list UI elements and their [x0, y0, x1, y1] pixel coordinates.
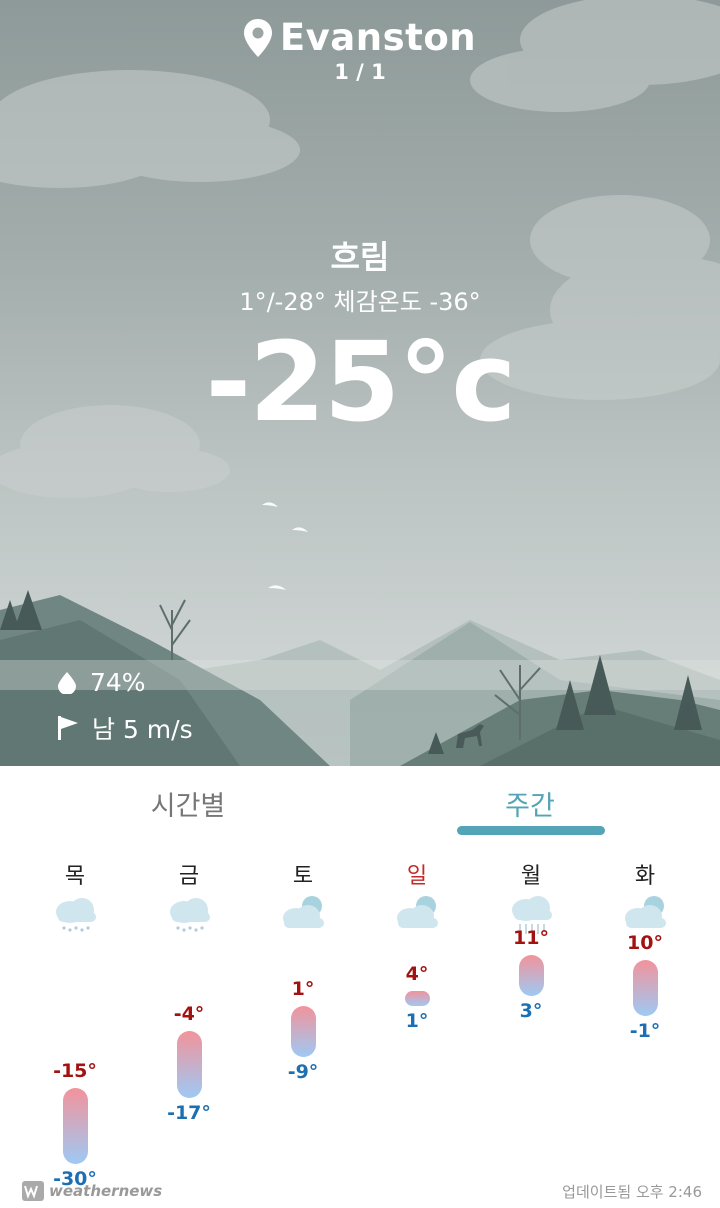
weather-condition: 흐림 [330, 238, 390, 276]
location-pin-icon [243, 18, 272, 57]
high-temp: 1° [291, 977, 315, 1000]
current-temperature: -25°c [205, 318, 517, 446]
temp-range-bar [633, 960, 658, 1017]
day-name: 월 [520, 864, 542, 889]
low-temp: 1° [405, 1009, 429, 1032]
low-temp: 3° [519, 999, 543, 1022]
high-temp: 4° [405, 962, 429, 985]
temp-range-bar [405, 990, 430, 1006]
tab-weekly[interactable]: 주간 [430, 784, 630, 823]
day-column: 목 -15° -30° [18, 840, 132, 1190]
weathernews-logo-icon [22, 1181, 44, 1201]
humidity-value: 74% [90, 668, 146, 697]
day-column: 토 1° -9° [246, 840, 360, 1180]
brand-text: weathernews [49, 1182, 163, 1200]
day-column: 금 -4° -17° [132, 840, 246, 1180]
droplet-icon [58, 671, 76, 694]
temp-range-bar [519, 954, 544, 996]
high-temp: 10° [627, 932, 663, 954]
day-column: 월 11° 3° [474, 840, 588, 1180]
weather-hero: Evanston 1 / 1 흐림 1°/-28° 체감온도 -36° -25°… [0, 0, 720, 766]
snow-cloud-icon [50, 890, 100, 938]
low-temp: -9° [287, 1060, 319, 1083]
updated-time: 업데이트됨 오후 2:46 [562, 1183, 702, 1201]
active-tab-indicator [457, 826, 605, 835]
temperature-range: 1°/-28° 체감온도 -36° [239, 288, 481, 316]
day-column: 일 4° 1° [360, 840, 474, 1180]
day-name: 화 [634, 864, 656, 889]
day-name: 금 [178, 864, 200, 889]
low-temp: -17° [167, 1101, 211, 1124]
location-name: Evanston [279, 16, 477, 59]
high-temp: 11° [513, 926, 549, 949]
high-temp: -15° [53, 1059, 97, 1082]
temp-range-bar [63, 1087, 88, 1164]
location-header[interactable]: Evanston [0, 14, 720, 59]
page-indicator: 1 / 1 [334, 60, 386, 84]
high-temp: -4° [173, 1003, 205, 1026]
temp-range-bar [291, 1005, 316, 1057]
wind-row: 남 5 m/s [58, 710, 193, 746]
day-name: 목 [64, 864, 86, 889]
day-column: 화 10° -1° [588, 840, 702, 1180]
partly-cloudy-icon [392, 890, 442, 938]
weathernews-logo[interactable]: weathernews [22, 1181, 162, 1201]
wind-value: 남 5 m/s [92, 715, 193, 744]
low-temp: -1° [629, 1020, 661, 1043]
wind-flag-icon [58, 716, 78, 740]
humidity-row: 74% [58, 668, 146, 697]
temp-range-bar [177, 1031, 202, 1098]
snow-cloud-icon [164, 890, 214, 938]
day-name: 토 [292, 864, 314, 889]
partly-cloudy-icon [278, 890, 328, 938]
tab-hourly[interactable]: 시간별 [88, 784, 288, 823]
partly-cloudy-icon [620, 890, 670, 938]
day-name: 일 [406, 864, 428, 889]
